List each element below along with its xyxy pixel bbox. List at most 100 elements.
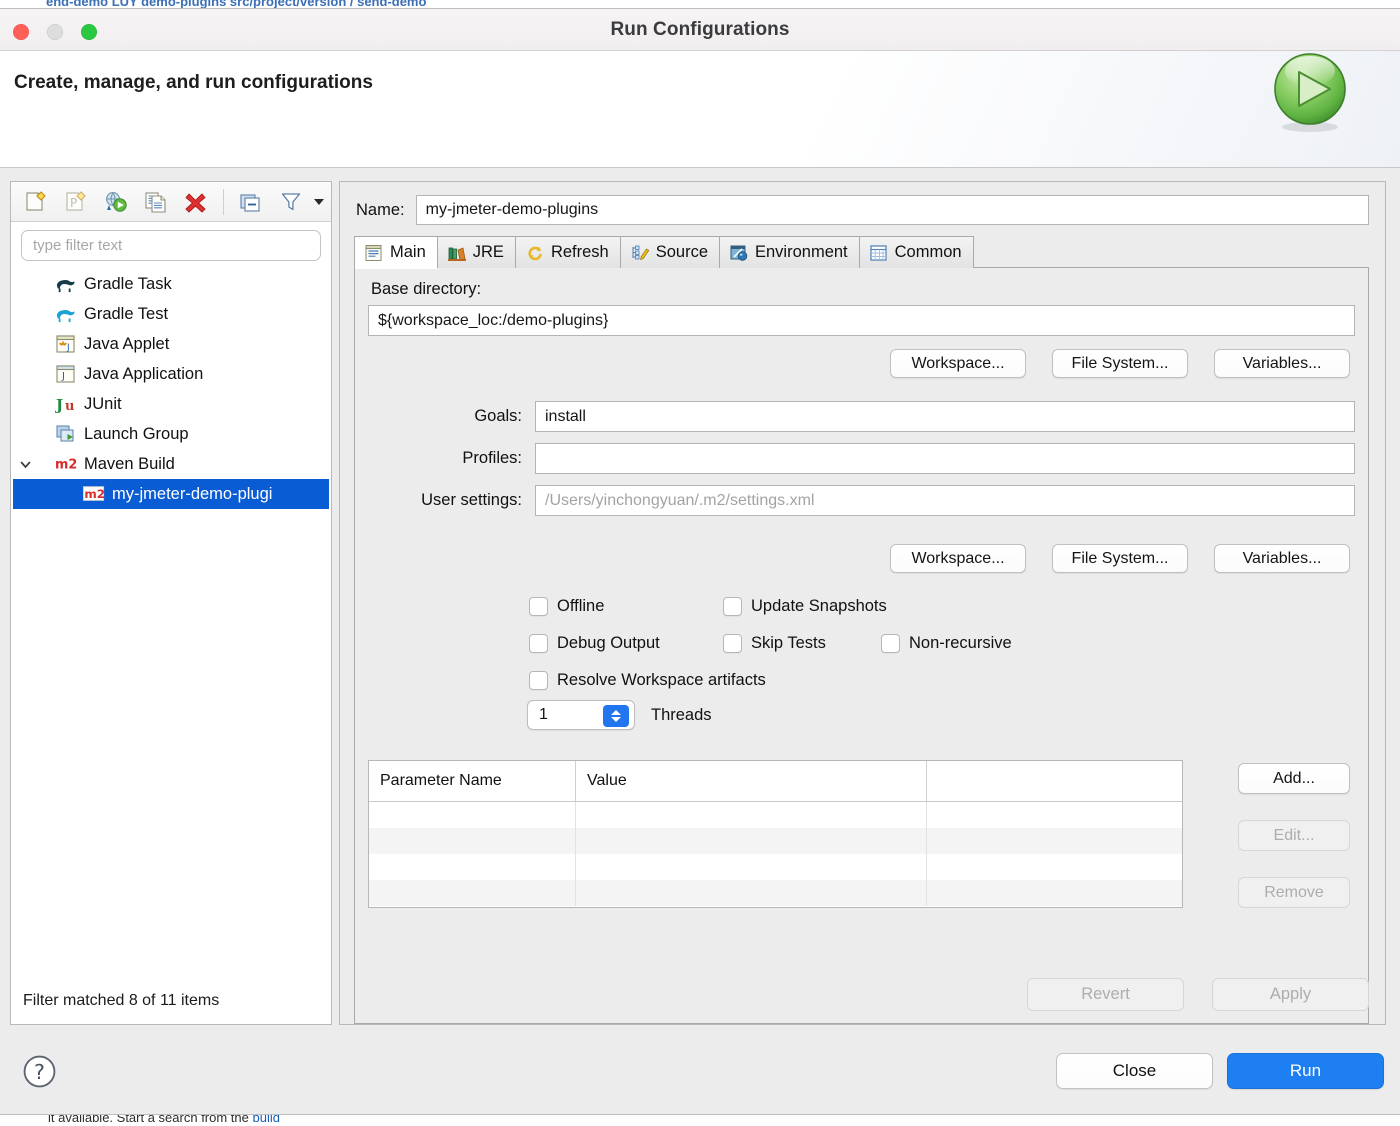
tree-item-launch-group[interactable]: Launch Group	[11, 419, 331, 449]
tree-item-label: Maven Build	[84, 455, 175, 474]
gradle-test-icon	[55, 304, 77, 324]
header-gradient	[0, 51, 1400, 167]
tab-environment[interactable]: Environment	[719, 236, 860, 268]
checkbox-skip-tests[interactable]: Skip Tests	[723, 634, 881, 653]
tree-item-gradle-task[interactable]: Gradle Task	[11, 269, 331, 299]
stepper-buttons[interactable]	[603, 705, 629, 727]
close-button[interactable]: Close	[1056, 1053, 1213, 1089]
checkbox-box[interactable]	[881, 634, 900, 653]
checkbox-label: Offline	[557, 597, 604, 616]
column-header-parameter-name[interactable]: Parameter Name	[369, 761, 575, 801]
threads-value: 1	[528, 706, 548, 724]
checkbox-box[interactable]	[529, 634, 548, 653]
zoom-window-button[interactable]	[81, 24, 97, 40]
tab-label: Source	[656, 243, 708, 262]
svg-text:J: J	[55, 396, 63, 414]
new-configuration-icon[interactable]	[17, 185, 55, 219]
header-title: Create, manage, and run configurations	[14, 72, 373, 94]
configurations-panel: P	[10, 181, 332, 1025]
goals-input[interactable]	[535, 401, 1355, 432]
filter-icon[interactable]	[272, 185, 310, 219]
checkbox-box[interactable]	[723, 634, 742, 653]
apply-button: Apply	[1212, 978, 1369, 1011]
table-header-row: Parameter Name Value	[369, 761, 1182, 802]
table-row[interactable]	[369, 828, 1182, 854]
filter-dropdown-caret-icon[interactable]	[314, 199, 324, 205]
tree-item-label: Java Applet	[84, 335, 169, 354]
checkbox-resolve-workspace-artifacts[interactable]: Resolve Workspace artifacts	[529, 671, 766, 690]
new-prototype-icon[interactable]: P	[57, 185, 95, 219]
background-status-link: build	[253, 1114, 280, 1125]
table-row[interactable]	[369, 880, 1182, 906]
tree-item-gradle-test[interactable]: Gradle Test	[11, 299, 331, 329]
table-row[interactable]	[369, 854, 1182, 880]
run-button[interactable]: Run	[1227, 1053, 1384, 1089]
profiles-input[interactable]	[535, 443, 1355, 474]
file-system-button-1[interactable]: File System...	[1052, 349, 1188, 378]
threads-label: Threads	[651, 706, 712, 725]
checkbox-box[interactable]	[529, 671, 548, 690]
footer-buttons: Close Run	[1056, 1053, 1384, 1089]
tree-item-junit[interactable]: J u JUnit	[11, 389, 331, 419]
minimize-window-button[interactable]	[47, 24, 63, 40]
svg-text:J: J	[66, 343, 70, 353]
chevron-up-icon[interactable]	[611, 710, 621, 715]
filter-status-text: Filter matched 8 of 11 items	[11, 978, 331, 1024]
tree-item-label: Launch Group	[84, 425, 189, 444]
tree-item-my-jmeter-demo-plugins[interactable]: m2 my-jmeter-demo-plugi	[13, 479, 329, 509]
user-settings-browse-buttons: Workspace... File System... Variables...	[890, 544, 1350, 573]
edit-parameter-button: Edit...	[1238, 820, 1350, 851]
tab-jre[interactable]: JRE	[437, 236, 516, 268]
tab-main[interactable]: Main	[354, 236, 438, 268]
dialog-header-band: Create, manage, and run configurations	[0, 51, 1400, 168]
name-label: Name:	[356, 201, 405, 220]
threads-stepper[interactable]: 1	[527, 700, 635, 730]
close-window-button[interactable]	[13, 24, 29, 40]
tree-item-label: JUnit	[84, 395, 122, 414]
duplicate-icon[interactable]	[137, 185, 175, 219]
column-header-value[interactable]: Value	[575, 761, 926, 801]
column-header-blank[interactable]	[926, 761, 1182, 801]
variables-button-2[interactable]: Variables...	[1214, 544, 1350, 573]
tree-item-label: Gradle Task	[84, 275, 172, 294]
profiles-label: Profiles:	[355, 449, 535, 468]
variables-button-1[interactable]: Variables...	[1214, 349, 1350, 378]
tree-item-java-application[interactable]: J Java Application	[11, 359, 331, 389]
workspace-button-1[interactable]: Workspace...	[890, 349, 1026, 378]
tab-common[interactable]: Common	[859, 236, 974, 268]
tab-refresh[interactable]: Refresh	[515, 236, 621, 268]
help-icon[interactable]: ?	[22, 1054, 57, 1089]
export-icon[interactable]	[97, 185, 135, 219]
checkbox-non-recursive[interactable]: Non-recursive	[881, 634, 1012, 653]
table-row[interactable]	[369, 802, 1182, 828]
tab-label: Refresh	[551, 243, 609, 262]
checkbox-debug-output[interactable]: Debug Output	[529, 634, 723, 653]
java-application-icon: J	[55, 364, 77, 384]
profiles-row: Profiles:	[355, 443, 1355, 474]
user-settings-input[interactable]	[535, 485, 1355, 516]
chevron-down-icon[interactable]	[611, 717, 621, 722]
background-window-bottom-strip: it available. Start a search from the bu…	[0, 1114, 1400, 1126]
collapse-all-icon[interactable]	[232, 185, 270, 219]
base-directory-input[interactable]	[368, 305, 1355, 336]
background-breadcrumb-text: end-demo LUY demo-plugins src/project/ve…	[46, 0, 426, 9]
add-parameter-button[interactable]: Add...	[1238, 763, 1350, 794]
tree-item-java-applet[interactable]: J Java Applet	[11, 329, 331, 359]
checkbox-offline[interactable]: Offline	[529, 597, 723, 616]
tab-label: Environment	[755, 243, 848, 262]
jre-tab-icon	[447, 244, 467, 262]
tab-source[interactable]: Source	[620, 236, 720, 268]
tree-item-maven-build[interactable]: m2 Maven Build	[11, 449, 331, 479]
name-input[interactable]	[416, 195, 1369, 225]
checkbox-update-snapshots[interactable]: Update Snapshots	[723, 597, 887, 616]
base-directory-browse-buttons: Workspace... File System... Variables...	[890, 349, 1350, 378]
checkbox-box[interactable]	[723, 597, 742, 616]
environment-tab-icon	[729, 244, 749, 262]
chevron-down-icon[interactable]	[18, 457, 32, 471]
checkbox-box[interactable]	[529, 597, 548, 616]
workspace-button-2[interactable]: Workspace...	[890, 544, 1026, 573]
delete-icon[interactable]	[177, 185, 215, 219]
file-system-button-2[interactable]: File System...	[1052, 544, 1188, 573]
tab-bar: Main JRE	[340, 235, 1385, 268]
filter-input[interactable]	[21, 230, 321, 261]
